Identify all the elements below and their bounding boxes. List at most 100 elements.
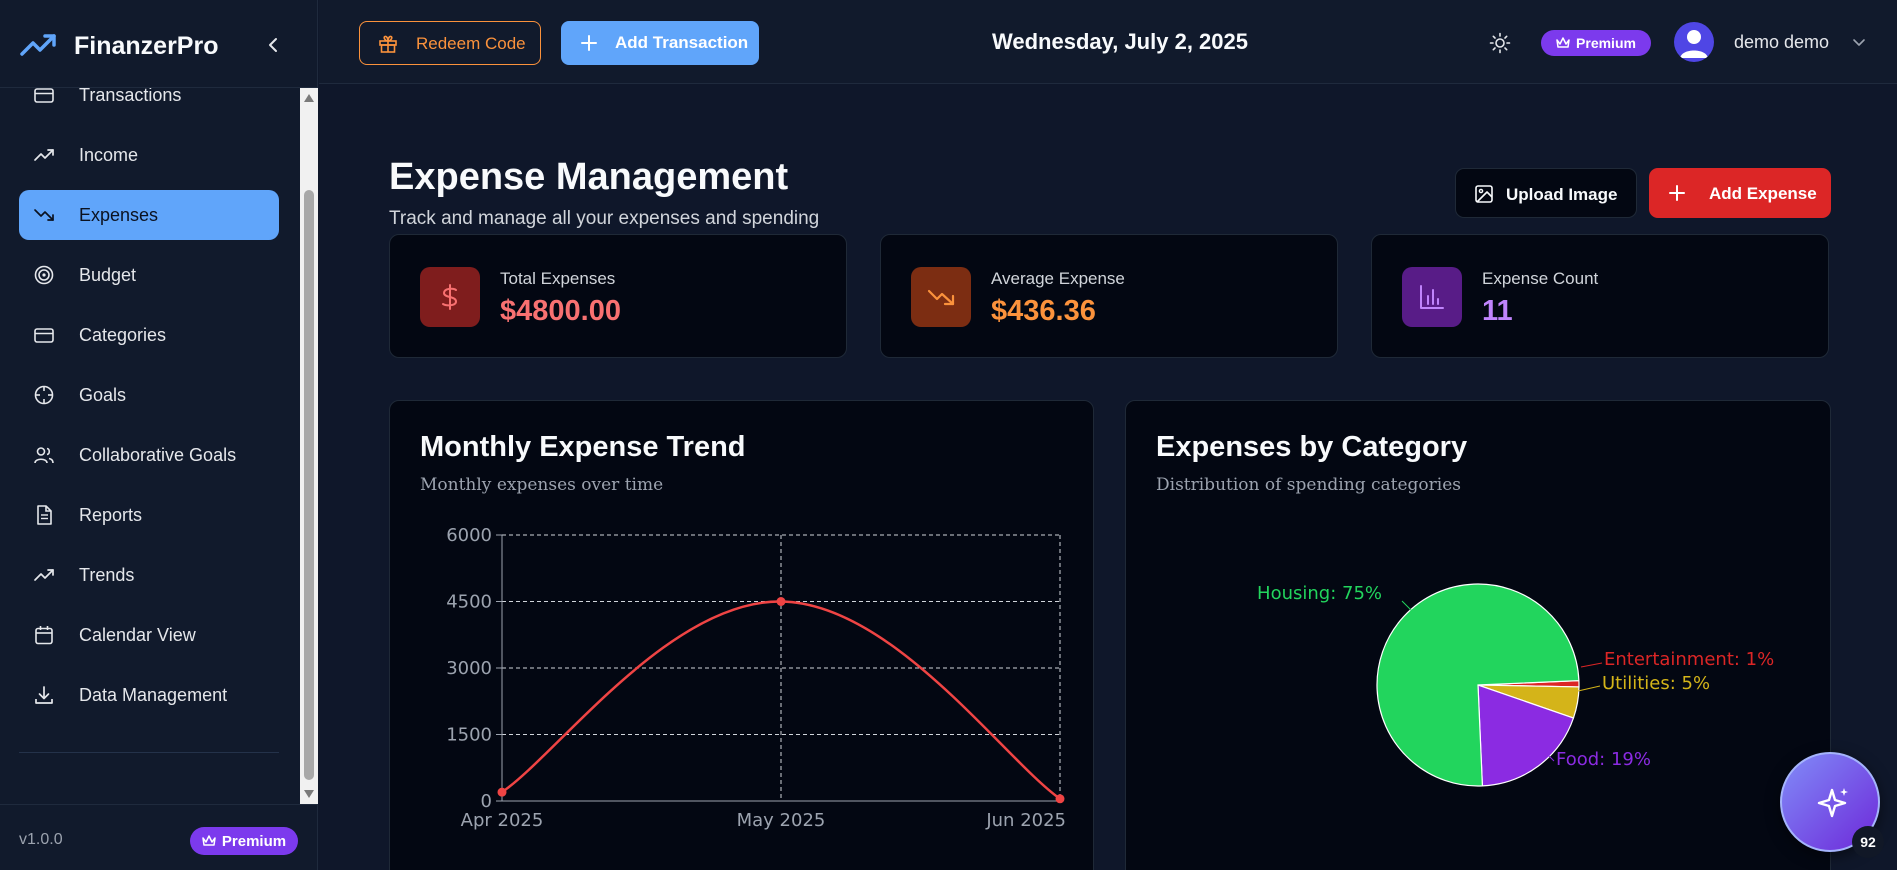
bar-chart-icon (1420, 285, 1444, 309)
sidebar-item-label: Categories (79, 324, 167, 345)
chevron-down-icon[interactable] (1851, 36, 1867, 50)
add-transaction-button[interactable]: Add Transaction (561, 21, 759, 65)
sidebar-item-categories[interactable]: Categories (19, 310, 279, 360)
chevron-left-icon[interactable] (262, 34, 284, 56)
y-tick-label: 4500 (446, 592, 492, 613)
users-icon (34, 447, 54, 464)
stat-card-total-expenses: Total Expenses $4800.00 (389, 234, 847, 358)
y-tick-label: 0 (481, 791, 492, 812)
brand: FinanzerPro (0, 0, 318, 88)
calendar-icon (35, 626, 53, 645)
sidebar-item-label: Budget (79, 264, 137, 285)
y-tick-label: 1500 (446, 725, 492, 746)
stat-value: $436.36 (991, 295, 1096, 327)
crosshair-icon (34, 385, 54, 405)
sidebar-item-label: Collaborative Goals (79, 444, 237, 465)
redeem-code-label: Redeem Code (416, 34, 526, 53)
y-tick-label: 3000 (446, 658, 492, 679)
sidebar-nav: Transactions Income Expenses Budget Categori… (0, 88, 300, 804)
sidebar-item-label: Reports (79, 504, 143, 525)
add-expense-button[interactable]: Add Expense (1649, 168, 1831, 218)
page-subtitle: Track and manage all your expenses and s… (389, 208, 820, 229)
pie-slice-label: Housing: 75% (1257, 583, 1382, 604)
sidebar-footer: v1.0.0 Premium (0, 804, 318, 870)
premium-badge[interactable]: Premium (190, 827, 298, 855)
scroll-up-arrow-icon[interactable] (304, 94, 314, 102)
stat-value: 11 (1482, 295, 1513, 327)
sidebar-item-income[interactable]: Income (19, 130, 279, 180)
stat-label: Expense Count (1482, 269, 1599, 288)
credit-card-icon (34, 328, 54, 343)
dollar-icon (442, 284, 458, 310)
monthly-expense-trend-panel: Monthly Expense Trend Monthly expenses o… (389, 400, 1094, 870)
page-title: Expense Management (389, 156, 789, 198)
sidebar-item-label: Goals (79, 384, 127, 405)
sidebar-item-reports[interactable]: Reports (19, 490, 279, 540)
pie-slice-label: Food: 19% (1556, 749, 1651, 770)
current-date: Wednesday, July 2, 2025 (992, 29, 1248, 54)
user-avatar-icon (1680, 30, 1708, 58)
pie-label-leader (1580, 662, 1603, 668)
sidebar-item-budget[interactable]: Budget (19, 250, 279, 300)
stat-card-average-expense: Average Expense $436.36 (880, 234, 1338, 358)
sidebar-item-expenses[interactable]: Expenses (19, 190, 279, 240)
notification-count-badge: 92 (1852, 826, 1884, 858)
image-icon (1475, 185, 1493, 203)
sidebar-item-label: Income (79, 144, 139, 165)
pie-slice-label: Entertainment: 1% (1604, 649, 1774, 670)
x-tick-label: Jun 2025 (985, 810, 1066, 831)
premium-label: Premium (221, 832, 287, 850)
nav-divider (19, 752, 279, 753)
trending-up-icon (34, 569, 54, 581)
trending-up-icon (34, 149, 54, 161)
scroll-thumb[interactable] (304, 190, 314, 780)
redeem-code-button[interactable]: Redeem Code (359, 21, 541, 65)
stat-icon-box (1402, 267, 1462, 327)
main-content: Expense Management Track and manage all … (319, 84, 1897, 870)
sidebar-item-collaborative-goals[interactable]: Collaborative Goals (19, 430, 279, 480)
sidebar-item-transactions[interactable]: Transactions (19, 88, 279, 120)
plus-icon (581, 35, 597, 51)
stat-card-expense-count: Expense Count 11 (1371, 234, 1829, 358)
add-transaction-label: Add Transaction (615, 33, 749, 52)
sparkles-icon (1817, 788, 1848, 818)
avatar[interactable] (1674, 22, 1714, 62)
stat-label: Total Expenses (500, 269, 616, 288)
sidebar-scrollbar[interactable] (300, 88, 318, 804)
add-expense-label: Add Expense (1709, 184, 1817, 203)
pie-slice-label: Utilities: 5% (1602, 673, 1710, 694)
scroll-down-arrow-icon[interactable] (304, 790, 314, 798)
stat-icon-box (420, 267, 480, 327)
expenses-by-category-panel: Expenses by Category Distribution of spe… (1125, 400, 1831, 870)
file-text-icon (37, 505, 52, 525)
sidebar-item-label: Transactions (79, 88, 182, 105)
sidebar-item-label: Trends (79, 564, 135, 585)
data-point (497, 787, 507, 797)
sidebar-item-label: Calendar View (79, 624, 196, 645)
premium-badge-top[interactable]: Premium (1541, 30, 1651, 56)
trending-up-logo-icon (20, 34, 56, 56)
sidebar-item-calendar-view[interactable]: Calendar View (19, 610, 279, 660)
topbar: Redeem Code Add Transaction Wednesday, J… (319, 0, 1897, 84)
pie-label-leader (1577, 685, 1601, 692)
stat-label: Average Expense (991, 269, 1125, 288)
premium-label: Premium (1576, 35, 1636, 51)
upload-image-button[interactable]: Upload Image (1455, 168, 1637, 218)
sidebar-item-trends[interactable]: Trends (19, 550, 279, 600)
crown-icon (1556, 37, 1570, 48)
stat-icon-box (911, 267, 971, 327)
data-point (776, 597, 786, 606)
y-tick-label: 6000 (446, 525, 492, 546)
plus-icon (1669, 185, 1685, 201)
app-name: FinanzerPro (74, 32, 219, 60)
sun-icon[interactable] (1489, 32, 1511, 54)
gift-icon (379, 35, 397, 53)
crown-icon (202, 835, 216, 846)
sidebar-item-data-management[interactable]: Data Management (19, 670, 279, 720)
stat-value: $4800.00 (500, 295, 621, 327)
sidebar-item-goals[interactable]: Goals (19, 370, 279, 420)
trending-down-icon (927, 289, 955, 306)
download-icon (35, 686, 53, 704)
x-tick-label: May 2025 (737, 810, 826, 831)
username[interactable]: demo demo (1734, 32, 1829, 53)
